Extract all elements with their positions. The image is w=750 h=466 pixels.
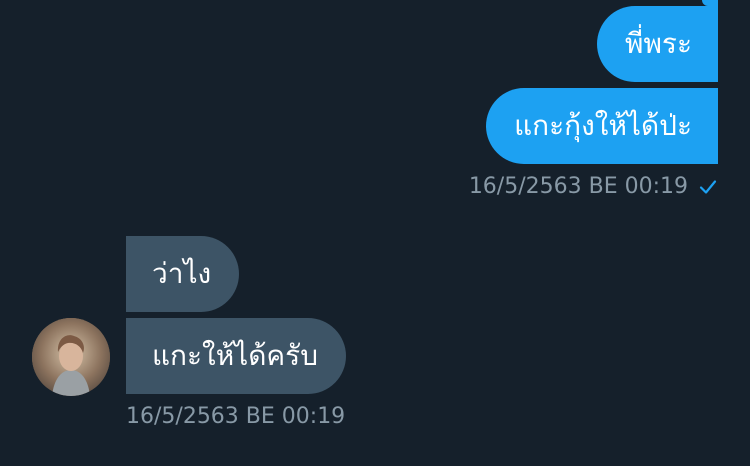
avatar[interactable] <box>32 318 110 396</box>
check-icon <box>698 177 718 197</box>
avatar-image <box>32 318 110 396</box>
sent-message-text: แกะกุ้งให้ได้ป่ะ <box>514 109 692 142</box>
received-message-text: แกะให้ได้ครับ <box>152 339 318 372</box>
received-timestamp-text: 16/5/2563 BE 00:19 <box>126 404 346 429</box>
received-timestamp: 16/5/2563 BE 00:19 <box>126 404 345 429</box>
sent-message-bubble[interactable]: พี่พระ <box>597 6 718 82</box>
received-message-bubble[interactable]: ว่าไง <box>126 236 240 312</box>
received-message-text: ว่าไง <box>152 257 212 290</box>
sent-message-bubble[interactable]: แกะกุ้งให้ได้ป่ะ <box>486 88 718 164</box>
sent-message-text: พี่พระ <box>625 27 692 60</box>
sent-timestamp-text: 16/5/2563 BE 00:19 <box>468 174 688 199</box>
received-message-bubble[interactable]: แกะให้ได้ครับ <box>126 318 346 394</box>
sent-timestamp: 16/5/2563 BE 00:19 <box>469 174 718 199</box>
